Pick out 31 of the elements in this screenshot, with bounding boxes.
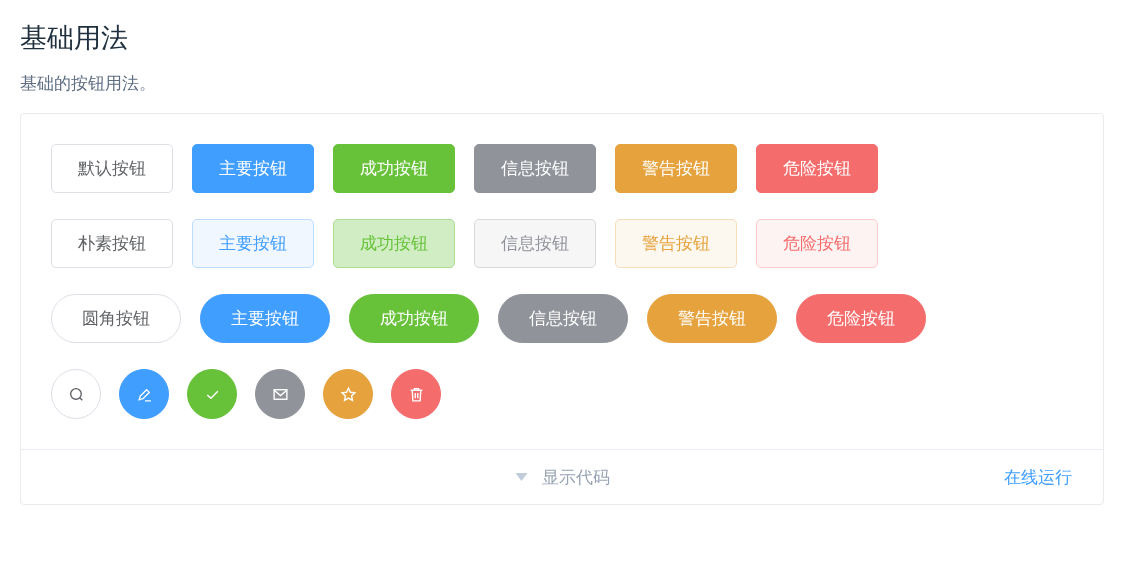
- button[interactable]: 信息按钮: [474, 219, 596, 268]
- button[interactable]: 主要按钮: [200, 294, 330, 343]
- button[interactable]: 警告按钮: [647, 294, 777, 343]
- button[interactable]: 成功按钮: [349, 294, 479, 343]
- button[interactable]: 默认按钮: [51, 144, 173, 193]
- section-description: 基础的按钮用法。: [20, 72, 157, 95]
- run-online-link[interactable]: 在线运行: [1004, 465, 1072, 489]
- button[interactable]: 朴素按钮: [51, 219, 173, 268]
- button[interactable]: 圆角按钮: [51, 294, 181, 343]
- button[interactable]: 成功按钮: [333, 144, 455, 193]
- button[interactable]: 警告按钮: [615, 144, 737, 193]
- search-icon: [67, 385, 85, 403]
- show-code-toggle[interactable]: 显示代码: [508, 464, 616, 490]
- check-button[interactable]: [187, 369, 237, 419]
- search-button[interactable]: [51, 369, 101, 419]
- button[interactable]: 信息按钮: [498, 294, 628, 343]
- button[interactable]: 危险按钮: [756, 144, 878, 193]
- delete-button[interactable]: [391, 369, 441, 419]
- star-icon: [339, 385, 357, 403]
- button[interactable]: 危险按钮: [796, 294, 926, 343]
- section-title: 基础用法: [20, 21, 129, 55]
- button[interactable]: 成功按钮: [333, 219, 455, 268]
- button[interactable]: 危险按钮: [756, 219, 878, 268]
- button[interactable]: 主要按钮: [192, 144, 314, 193]
- button[interactable]: 警告按钮: [615, 219, 737, 268]
- button[interactable]: 主要按钮: [192, 219, 314, 268]
- caret-icon: [514, 473, 528, 481]
- button[interactable]: 信息按钮: [474, 144, 596, 193]
- star-button[interactable]: [323, 369, 373, 419]
- edit-button[interactable]: [119, 369, 169, 419]
- message-button[interactable]: [255, 369, 305, 419]
